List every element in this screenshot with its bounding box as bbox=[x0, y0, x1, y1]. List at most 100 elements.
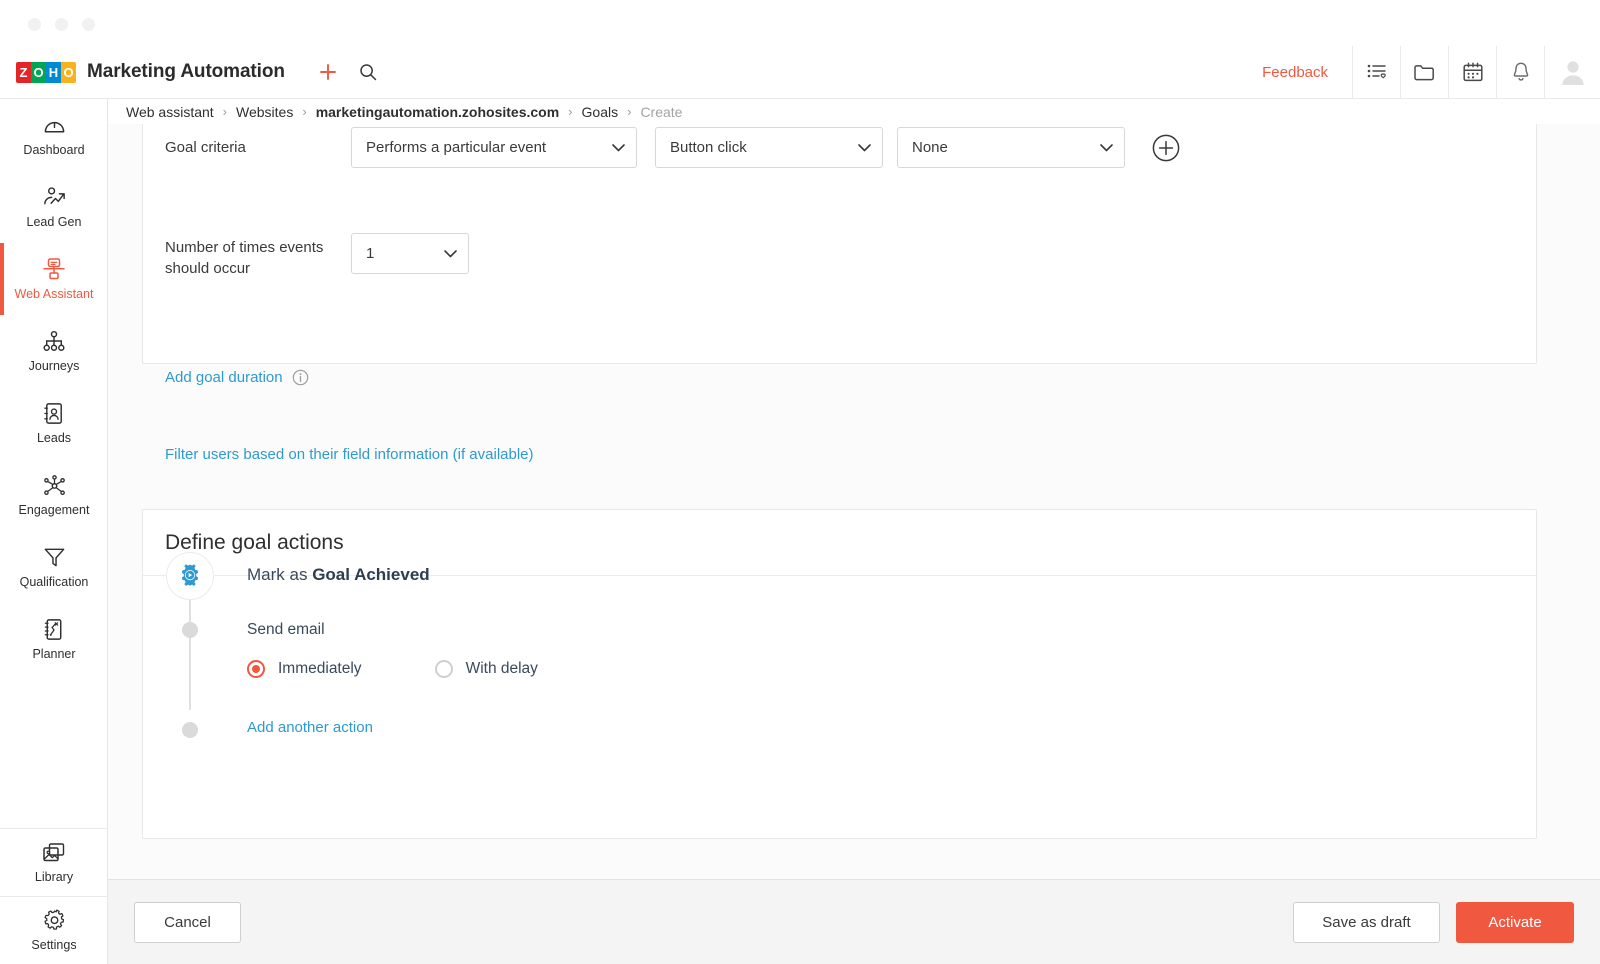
sidebar-item-journeys[interactable]: Journeys bbox=[0, 315, 108, 387]
radio-immediately-label: Immediately bbox=[278, 660, 362, 678]
chevron-down-icon bbox=[444, 250, 457, 258]
add-goal-duration-link[interactable]: Add goal duration bbox=[165, 369, 283, 386]
type-select-value: Button click bbox=[670, 139, 747, 156]
window-chrome bbox=[0, 0, 1600, 46]
sidebar-item-label: Engagement bbox=[19, 504, 90, 518]
logo-letter-z: Z bbox=[16, 62, 31, 83]
radio-immediately[interactable]: Immediately bbox=[247, 660, 362, 678]
sidebar-item-lead-gen[interactable]: Lead Gen bbox=[0, 171, 108, 243]
timeline-dot-add-action bbox=[182, 722, 198, 738]
mark-bold: Goal Achieved bbox=[312, 565, 429, 584]
target-select[interactable]: None bbox=[897, 127, 1125, 168]
folder-button[interactable] bbox=[1400, 46, 1448, 99]
action-timeline-line bbox=[189, 596, 191, 710]
logo-letter-o2: O bbox=[61, 62, 76, 83]
chevron-down-icon bbox=[612, 144, 625, 152]
window-close-button[interactable] bbox=[28, 18, 41, 31]
sidebar-item-library[interactable]: Library bbox=[0, 828, 108, 896]
filter-users-row: Filter users based on their field inform… bbox=[165, 446, 534, 464]
gear-icon bbox=[42, 908, 67, 933]
window-minimize-button[interactable] bbox=[55, 18, 68, 31]
zoho-logo[interactable]: Z O H O bbox=[16, 62, 76, 83]
sidebar-item-label: Leads bbox=[37, 432, 71, 446]
funnel-icon bbox=[42, 545, 67, 570]
mark-prefix: Mark as bbox=[247, 565, 312, 584]
occurrence-row: Number of times events should occur 1 bbox=[165, 233, 469, 280]
list-favorites-icon bbox=[1365, 60, 1389, 84]
footer-primary-actions: Save as draft Activate bbox=[1293, 902, 1574, 943]
add-criteria-button[interactable] bbox=[1151, 133, 1181, 163]
list-favorites-button[interactable] bbox=[1352, 46, 1400, 99]
add-another-action-row: Add another action bbox=[247, 719, 373, 737]
sidebar-item-dashboard[interactable]: Dashboard bbox=[0, 99, 108, 171]
type-select[interactable]: Button click bbox=[655, 127, 883, 168]
main-content: Goal criteria Performs a particular even… bbox=[108, 124, 1600, 879]
plus-icon bbox=[318, 62, 338, 82]
goal-criteria-card: Goal criteria Performs a particular even… bbox=[142, 124, 1537, 364]
sidebar-item-label: Journeys bbox=[29, 360, 80, 374]
user-avatar[interactable] bbox=[1544, 46, 1600, 99]
radio-circle-icon bbox=[435, 660, 453, 678]
leads-icon bbox=[42, 401, 66, 426]
add-another-action-link[interactable]: Add another action bbox=[247, 719, 373, 736]
event-select[interactable]: Performs a particular event bbox=[351, 127, 637, 168]
breadcrumb-item-goals[interactable]: Goals bbox=[582, 104, 619, 120]
dashboard-gauge-icon bbox=[42, 113, 67, 138]
sidebar-item-planner[interactable]: Planner bbox=[0, 603, 108, 675]
sidebar-item-label: Settings bbox=[31, 939, 76, 953]
form-footer: Cancel Save as draft Activate bbox=[108, 879, 1600, 964]
breadcrumb-item-websites[interactable]: Websites bbox=[236, 104, 293, 120]
chevron-down-icon bbox=[1100, 144, 1113, 152]
goal-actions-title: Define goal actions bbox=[165, 531, 344, 555]
filter-users-link[interactable]: Filter users based on their field inform… bbox=[165, 446, 534, 463]
cancel-button[interactable]: Cancel bbox=[134, 902, 241, 943]
occurrence-select-value: 1 bbox=[366, 245, 374, 262]
journeys-icon bbox=[41, 329, 67, 354]
radio-with-delay[interactable]: With delay bbox=[435, 660, 538, 678]
window-maximize-button[interactable] bbox=[82, 18, 95, 31]
folder-icon bbox=[1412, 60, 1437, 85]
sidebar-item-engagement[interactable]: Engagement bbox=[0, 459, 108, 531]
goal-action-icon-wrap bbox=[166, 552, 214, 600]
notifications-button[interactable] bbox=[1496, 46, 1544, 99]
send-email-label: Send email bbox=[247, 621, 325, 639]
save-as-draft-button[interactable]: Save as draft bbox=[1293, 902, 1440, 943]
goal-actions-card: Define goal actions Mark as Goal Achieve… bbox=[142, 509, 1537, 839]
create-new-button[interactable] bbox=[315, 59, 341, 85]
radio-with-delay-label: With delay bbox=[466, 660, 538, 678]
sidebar-item-label: Dashboard bbox=[23, 144, 84, 158]
radio-circle-icon bbox=[247, 660, 265, 678]
search-button[interactable] bbox=[355, 59, 381, 85]
occurrence-select[interactable]: 1 bbox=[351, 233, 469, 274]
sidebar-item-web-assistant[interactable]: Web Assistant bbox=[0, 243, 108, 315]
breadcrumb-item-site[interactable]: marketingautomation.zohosites.com bbox=[316, 104, 559, 120]
sidebar-item-qualification[interactable]: Qualification bbox=[0, 531, 108, 603]
activate-button[interactable]: Activate bbox=[1456, 902, 1574, 943]
calendar-button[interactable] bbox=[1448, 46, 1496, 99]
sidebar-item-settings[interactable]: Settings bbox=[0, 896, 108, 964]
sidebar-bottom-group: Library Settings bbox=[0, 828, 108, 964]
breadcrumb-item-web-assistant[interactable]: Web assistant bbox=[126, 104, 214, 120]
event-select-value: Performs a particular event bbox=[366, 139, 546, 156]
goal-criteria-label: Goal criteria bbox=[165, 139, 351, 156]
goal-criteria-row: Goal criteria Performs a particular even… bbox=[165, 127, 1181, 168]
info-icon bbox=[292, 369, 309, 386]
app-header: Z O H O Marketing Automation Feedback bbox=[0, 46, 1600, 99]
sidebar-item-leads[interactable]: Leads bbox=[0, 387, 108, 459]
library-images-icon bbox=[41, 841, 67, 865]
sidebar-item-label: Web Assistant bbox=[15, 288, 94, 302]
sidebar-item-label: Qualification bbox=[20, 576, 89, 590]
breadcrumb-separator: › bbox=[627, 104, 631, 119]
logo-letter-o1: O bbox=[31, 62, 46, 83]
breadcrumb-item-create: Create bbox=[640, 104, 682, 120]
search-icon bbox=[358, 62, 378, 82]
lead-gen-icon bbox=[41, 185, 68, 210]
breadcrumb: Web assistant › Websites › marketingauto… bbox=[108, 99, 1600, 124]
feedback-link[interactable]: Feedback bbox=[1238, 64, 1352, 81]
web-assistant-icon bbox=[41, 256, 67, 282]
bell-icon bbox=[1509, 60, 1533, 84]
sidebar-item-label: Library bbox=[35, 871, 73, 885]
timeline-dot-send-email bbox=[182, 622, 198, 638]
planner-icon bbox=[42, 617, 66, 642]
breadcrumb-separator: › bbox=[568, 104, 572, 119]
